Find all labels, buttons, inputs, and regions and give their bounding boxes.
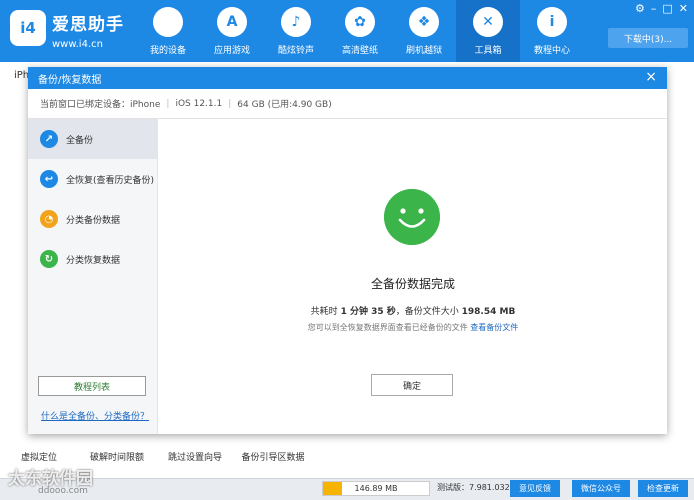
restore-icon[interactable]: □	[662, 2, 672, 15]
nav-label: 刷机越狱	[405, 45, 442, 56]
dialog-sidebar: ↗ 全备份 ↩ 全恢复(查看历史备份) ◔ 分类备份数据 ↻ 分类恢复数据 教程列表 什么是全…	[28, 119, 158, 434]
dialog-title-bar: 备份/恢复数据 ×	[28, 67, 667, 89]
flower-icon: ✿	[345, 6, 375, 37]
result-title: 全备份数据完成	[370, 277, 455, 291]
divider: |	[166, 98, 170, 109]
category-backup-icon: ◔	[40, 210, 58, 228]
appstore-icon: A	[217, 6, 247, 37]
sidebar-item-3[interactable]: ↻ 分类恢复数据	[28, 239, 157, 279]
nav-label: 高清壁纸	[341, 45, 378, 56]
nav-item-0[interactable]: 我的设备	[136, 0, 200, 62]
storage-text: 146.89 MB	[354, 484, 398, 493]
nav-item-4[interactable]: ❖ 刷机越狱	[392, 0, 456, 62]
stats-prefix: 共耗时	[310, 307, 338, 317]
category-restore-icon: ↻	[40, 250, 58, 268]
nav-item-1[interactable]: A 应用游戏	[200, 0, 264, 62]
result-hint: 您可以到全恢复数据界面查看已经备份的文件 查看备份文件	[159, 322, 667, 333]
stats-mid: ，备份文件大小	[395, 307, 459, 317]
nav-label: 我的设备	[149, 45, 186, 56]
device-binding: 当前窗口已绑定设备：iPhone	[40, 100, 161, 110]
ok-button[interactable]: 确定	[371, 374, 453, 396]
tool-backup-boot[interactable]: 备份引导区数据	[234, 444, 312, 478]
tool-skip-setup[interactable]: 跳过设置向导	[156, 444, 234, 478]
dropbox-icon: ❖	[409, 6, 439, 37]
smiley-icon	[384, 189, 440, 245]
settings-icon[interactable]: ⚙	[635, 2, 645, 15]
background-toolbar: 虚拟定位 破解时间限额 跳过设置向导 备份引导区数据	[0, 444, 694, 478]
sidebar-item-label: 全恢复(查看历史备份)	[66, 175, 155, 186]
close-icon[interactable]: ×	[645, 69, 657, 85]
info-icon: i	[537, 6, 567, 37]
device-storage: 64 GB (已用:4.90 GB)	[237, 100, 332, 110]
storage-bar: 146.89 MB	[322, 481, 430, 496]
backup-size: 198.54 MB	[461, 307, 516, 317]
nav-item-2[interactable]: ♪ 酷炫铃声	[264, 0, 328, 62]
sidebar-item-1[interactable]: ↩ 全恢复(查看历史备份)	[28, 159, 157, 199]
version-label: 测试版：7.981.032	[437, 483, 510, 492]
top-bar: i4 爱思助手 www.i4.cn 我的设备 A 应用游戏 ♪ 酷炫铃声 ✿ 高清壁纸 ❖ 刷机…	[0, 0, 694, 62]
duration: 1 分钟 35 秒	[340, 307, 396, 317]
tutorial-list-button[interactable]: 教程列表	[38, 376, 146, 396]
close-icon[interactable]: ✕	[679, 2, 688, 15]
nav-label: 教程中心	[533, 45, 570, 56]
dialog-title: 备份/恢复数据	[38, 74, 102, 86]
app-url: www.i4.cn	[52, 39, 103, 50]
minimize-icon[interactable]: –	[651, 2, 657, 15]
nav-label: 酷炫铃声	[277, 45, 314, 56]
apple-icon	[153, 6, 183, 37]
download-button[interactable]: 下载中(3)...	[608, 28, 688, 48]
nav-item-6[interactable]: i 教程中心	[520, 0, 584, 62]
result-stats: 共耗时 1 分钟 35 秒，备份文件大小 198.54 MB	[159, 304, 667, 317]
sidebar-item-label: 分类恢复数据	[66, 255, 121, 266]
window-controls: ⚙ – □ ✕	[635, 2, 688, 15]
ios-version: iOS 12.1.1	[175, 98, 223, 109]
arrow-share-icon: ↗	[40, 130, 58, 148]
feedback-button[interactable]: 意见反馈	[510, 480, 560, 497]
watermark-url: ddooo.com	[38, 486, 88, 496]
sidebar-item-0[interactable]: ↗ 全备份	[28, 119, 157, 159]
background-tab: iPh	[14, 70, 30, 81]
hint-text: 您可以到全恢复数据界面查看已经备份的文件	[307, 323, 468, 332]
sidebar-item-label: 全备份	[66, 135, 94, 146]
check-update-button[interactable]: 检查更新	[638, 480, 688, 497]
nav-item-3[interactable]: ✿ 高清壁纸	[328, 0, 392, 62]
bell-icon: ♪	[281, 6, 311, 37]
nav-label: 应用游戏	[213, 45, 250, 56]
arrow-back-icon: ↩	[40, 170, 58, 188]
brand: 爱思助手 www.i4.cn	[52, 10, 124, 50]
app-logo: i4	[10, 10, 46, 46]
nav-label: 工具箱	[474, 45, 502, 56]
sidebar-item-label: 分类备份数据	[66, 215, 121, 226]
sidebar-item-2[interactable]: ◔ 分类备份数据	[28, 199, 157, 239]
view-backup-link[interactable]: 查看备份文件	[470, 323, 518, 332]
app-name: 爱思助手	[52, 15, 124, 35]
wechat-button[interactable]: 微信公众号	[572, 480, 630, 497]
help-link[interactable]: 什么是全备份、分类备份？	[41, 409, 149, 422]
tools-icon: ✕	[473, 6, 503, 37]
device-info: 当前窗口已绑定设备：iPhone | iOS 12.1.1 | 64 GB (已…	[28, 89, 667, 119]
dialog-content: 全备份数据完成 共耗时 1 分钟 35 秒，备份文件大小 198.54 MB 您…	[159, 119, 667, 434]
nav-item-5[interactable]: ✕ 工具箱	[456, 0, 520, 62]
divider: |	[228, 98, 232, 109]
backup-restore-dialog: 备份/恢复数据 × 当前窗口已绑定设备：iPhone | iOS 12.1.1 …	[28, 67, 667, 434]
main-nav: 我的设备 A 应用游戏 ♪ 酷炫铃声 ✿ 高清壁纸 ❖ 刷机越狱 ✕ 工具箱 i 教程中心	[136, 0, 584, 62]
